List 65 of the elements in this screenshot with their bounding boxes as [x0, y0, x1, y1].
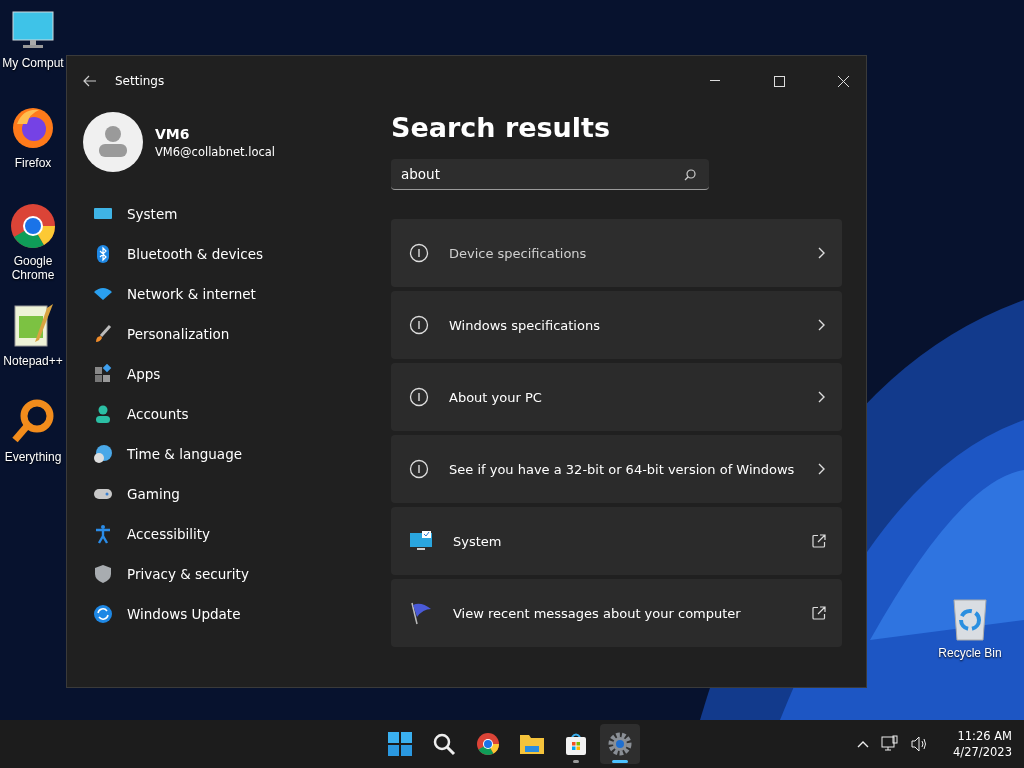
- external-link-icon: [812, 606, 826, 620]
- chevron-right-icon: [818, 463, 826, 475]
- sidebar-item[interactable]: Gaming: [83, 474, 377, 514]
- sidebar-item[interactable]: Bluetooth & devices: [83, 234, 377, 274]
- gear-icon: [608, 732, 632, 756]
- chevron-up-icon[interactable]: [857, 740, 870, 748]
- chevron-right-icon: [818, 247, 826, 259]
- taskbar-app-button[interactable]: [600, 724, 640, 764]
- search-result[interactable]: Windows specifications: [391, 291, 842, 359]
- search-result[interactable]: View recent messages about your computer: [391, 579, 842, 647]
- globe-clock-icon: [93, 444, 113, 464]
- profile-name: VM6: [155, 125, 191, 142]
- close-icon: [837, 75, 849, 87]
- minimize-icon: [710, 80, 720, 82]
- search-result[interactable]: Device specifications: [391, 219, 842, 287]
- person-icon: [93, 404, 113, 424]
- search-icon[interactable]: [684, 169, 696, 181]
- desktop-icon-label[interactable]: Notepad++: [3, 354, 63, 368]
- sidebar-item[interactable]: Privacy & security: [83, 554, 377, 594]
- external-link-icon: [812, 534, 826, 548]
- sidebar-item[interactable]: Apps: [83, 354, 377, 394]
- windows-logo-icon: [388, 732, 412, 756]
- accessibility-icon: [93, 524, 113, 544]
- flag-icon: [409, 601, 433, 625]
- info-icon: [409, 387, 429, 407]
- sidebar-item[interactable]: Personalization: [83, 314, 377, 354]
- chrome-icon: [476, 732, 500, 756]
- sidebar-item[interactable]: Accessibility: [83, 514, 377, 554]
- sidebar-item[interactable]: Windows Update: [83, 594, 377, 634]
- desktop-icon-label[interactable]: Recycle Bin: [938, 646, 1002, 660]
- desktop-icon-label[interactable]: Firefox: [14, 156, 52, 170]
- sidebar-item[interactable]: Time & language: [83, 434, 377, 474]
- desktop-icon-label[interactable]: Google Chrome: [0, 254, 66, 282]
- search-result[interactable]: See if you have a 32-bit or 64-bit version of Windows: [391, 435, 842, 503]
- maximize-icon: [773, 75, 785, 87]
- sidebar-item[interactable]: Accounts: [83, 394, 377, 434]
- paintbrush-icon: [93, 324, 113, 344]
- search-field[interactable]: about: [391, 159, 709, 190]
- info-icon: [409, 243, 429, 263]
- chrome-icon: [9, 202, 57, 250]
- page-heading: Search results: [391, 112, 612, 143]
- window-title: Settings: [115, 74, 165, 88]
- network-icon[interactable]: [881, 735, 900, 753]
- search-icon: [432, 732, 456, 756]
- clock[interactable]: 11:26 AM 4/27/2023: [953, 728, 1012, 760]
- recycle-bin-icon: [950, 596, 990, 642]
- desktop-icon-label[interactable]: Everything: [4, 450, 62, 464]
- avatar-icon: [83, 112, 143, 172]
- store-bag-icon: [564, 732, 588, 756]
- search-result[interactable]: About your PC: [391, 363, 842, 431]
- desktop-icon-label[interactable]: My Comput: [2, 56, 64, 70]
- shield-icon: [93, 564, 113, 584]
- monitor-check-icon: [409, 531, 433, 551]
- back-arrow-icon[interactable]: [83, 75, 97, 87]
- sync-icon: [93, 604, 113, 624]
- info-icon: [409, 315, 429, 335]
- search-result[interactable]: System: [391, 507, 842, 575]
- folder-icon: [519, 732, 545, 756]
- sidebar-item[interactable]: Network & internet: [83, 274, 377, 314]
- info-icon: [409, 459, 429, 479]
- apps-icon: [93, 364, 113, 384]
- chevron-right-icon: [818, 319, 826, 331]
- chevron-right-icon: [818, 391, 826, 403]
- profile-email: VM6@collabnet.local: [155, 144, 276, 159]
- sidebar-item[interactable]: System: [83, 194, 377, 234]
